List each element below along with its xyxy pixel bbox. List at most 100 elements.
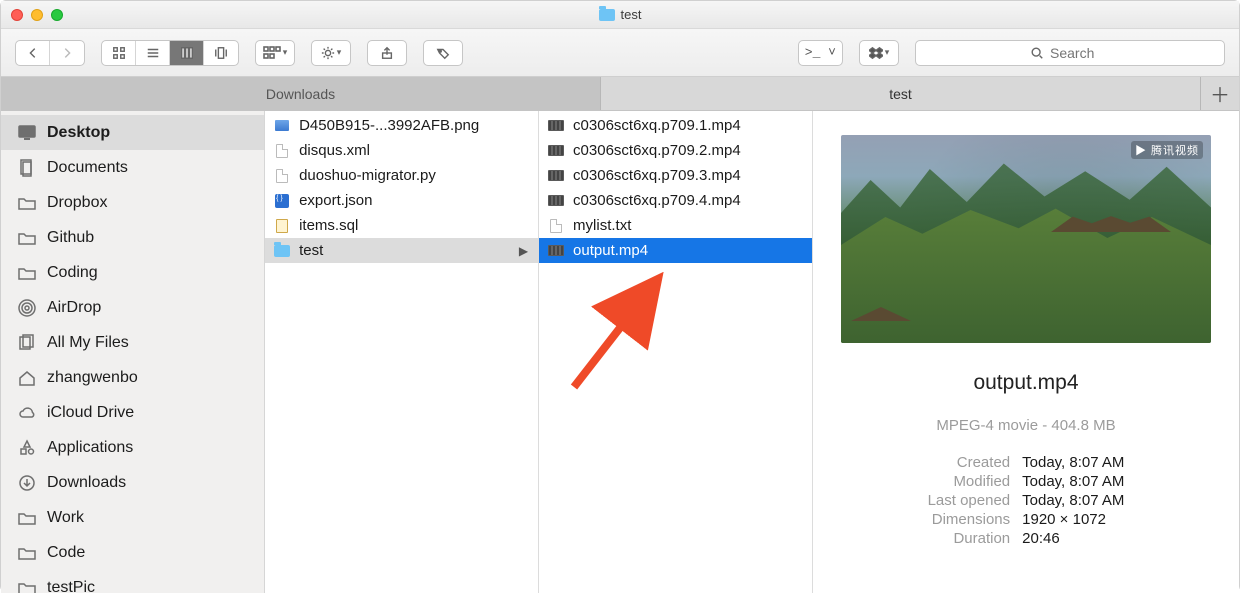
sidebar-item-label: All My Files [47, 334, 129, 352]
chevron-right-icon: ▶ [519, 244, 528, 258]
meta-row: Modified Today, 8:07 AM [928, 473, 1125, 490]
file-row[interactable]: c0306sct6xq.p709.1.mp4 [539, 113, 812, 138]
window-title: test [1, 7, 1239, 22]
sidebar-item-documents[interactable]: Documents [1, 150, 264, 185]
movie-icon [547, 169, 565, 183]
back-button[interactable] [16, 41, 50, 65]
file-row[interactable]: mylist.txt [539, 213, 812, 238]
doc-icon [17, 159, 37, 177]
sidebar-item-github[interactable]: Github [1, 220, 264, 255]
json-icon [273, 194, 291, 208]
search-field[interactable] [915, 40, 1225, 66]
meta-row: Duration 20:46 [928, 530, 1125, 547]
file-label: output.mp4 [573, 242, 648, 259]
file-label: c0306sct6xq.p709.1.mp4 [573, 117, 741, 134]
arrange-button[interactable]: ▾ [255, 40, 295, 66]
img-icon [273, 119, 291, 133]
forward-button[interactable] [50, 41, 84, 65]
cloud-icon [17, 404, 37, 422]
folder-icon [17, 544, 37, 562]
meta-key: Last opened [928, 492, 1021, 509]
file-label: test [299, 242, 323, 259]
sidebar-item-desktop[interactable]: Desktop [1, 115, 264, 150]
apps-icon [17, 439, 37, 457]
share-button[interactable] [367, 40, 407, 66]
folder-icon [17, 229, 37, 247]
toolbar: ▾ ▾ >_ ˅ ▾ [1, 29, 1239, 77]
folder-icon [17, 194, 37, 212]
file-label: items.sql [299, 217, 358, 234]
file-row[interactable]: c0306sct6xq.p709.4.mp4 [539, 188, 812, 213]
tab-test[interactable]: test [601, 77, 1201, 110]
titlebar: test [1, 1, 1239, 29]
sidebar-item-code[interactable]: Code [1, 535, 264, 570]
content: Desktop Documents Dropbox Github Coding … [1, 111, 1239, 593]
dropbox-button[interactable]: ▾ [859, 40, 899, 66]
tag-button[interactable] [423, 40, 463, 66]
quick-actions-button[interactable]: >_ ˅ [798, 40, 843, 66]
sidebar-item-label: AirDrop [47, 299, 101, 317]
file-row[interactable]: D450B915-...3992AFB.png [265, 113, 538, 138]
title-text: test [621, 7, 642, 22]
folder-icon [17, 264, 37, 282]
view-column-button[interactable] [170, 41, 204, 65]
sidebar-item-work[interactable]: Work [1, 500, 264, 535]
folder-icon [17, 509, 37, 527]
view-gallery-button[interactable] [204, 41, 238, 65]
file-label: export.json [299, 192, 372, 209]
file-row[interactable]: export.json [265, 188, 538, 213]
movie-icon [547, 194, 565, 208]
tabbar: Downloads test ＋ [1, 77, 1239, 111]
search-input[interactable] [1050, 45, 1110, 61]
new-tab-button[interactable]: ＋ [1201, 77, 1239, 110]
home-icon [17, 369, 37, 387]
meta-key: Duration [928, 530, 1021, 547]
preview-metadata: Created Today, 8:07 AM Modified Today, 8:… [926, 452, 1127, 549]
file-row[interactable]: output.mp4 [539, 238, 812, 263]
preview-thumbnail[interactable]: ▶ 腾讯视频 [841, 135, 1211, 343]
sidebar-item-label: iCloud Drive [47, 404, 134, 422]
sidebar-item-airdrop[interactable]: AirDrop [1, 290, 264, 325]
sidebar-item-applications[interactable]: Applications [1, 430, 264, 465]
sidebar-item-testpic[interactable]: testPic [1, 570, 264, 593]
meta-row: Last opened Today, 8:07 AM [928, 492, 1125, 509]
file-row[interactable]: items.sql [265, 213, 538, 238]
meta-value: Today, 8:07 AM [1022, 454, 1124, 471]
file-row[interactable]: duoshuo-migrator.py [265, 163, 538, 188]
tab-downloads[interactable]: Downloads [1, 77, 601, 110]
folder-icon [273, 244, 291, 258]
sidebar-item-label: Documents [47, 159, 128, 177]
file-label: c0306sct6xq.p709.2.mp4 [573, 142, 741, 159]
meta-row: Created Today, 8:07 AM [928, 454, 1125, 471]
file-row[interactable]: c0306sct6xq.p709.2.mp4 [539, 138, 812, 163]
sidebar-item-label: Work [47, 509, 84, 527]
sidebar-item-label: testPic [47, 579, 95, 593]
file-row[interactable]: test ▶ [265, 238, 538, 263]
sidebar-item-all-my-files[interactable]: All My Files [1, 325, 264, 360]
meta-value: Today, 8:07 AM [1022, 473, 1124, 490]
sidebar-item-downloads[interactable]: Downloads [1, 465, 264, 500]
file-row[interactable]: c0306sct6xq.p709.3.mp4 [539, 163, 812, 188]
sidebar-item-dropbox[interactable]: Dropbox [1, 185, 264, 220]
download-icon [17, 474, 37, 492]
action-button[interactable]: ▾ [311, 40, 351, 66]
column-folder: c0306sct6xq.p709.1.mp4 c0306sct6xq.p709.… [539, 111, 813, 593]
column-parent: D450B915-...3992AFB.png disqus.xml duosh… [265, 111, 539, 593]
meta-value: Today, 8:07 AM [1022, 492, 1124, 509]
blank-icon [273, 144, 291, 158]
sidebar-item-label: Desktop [47, 124, 110, 142]
view-list-button[interactable] [136, 41, 170, 65]
file-row[interactable]: disqus.xml [265, 138, 538, 163]
sidebar-item-zhangwenbo[interactable]: zhangwenbo [1, 360, 264, 395]
file-label: c0306sct6xq.p709.3.mp4 [573, 167, 741, 184]
airdrop-icon [17, 299, 37, 317]
sidebar-item-label: Github [47, 229, 94, 247]
file-label: mylist.txt [573, 217, 631, 234]
folder-icon [17, 579, 37, 593]
sidebar-item-label: Dropbox [47, 194, 107, 212]
sql-icon [273, 219, 291, 233]
view-icon-button[interactable] [102, 41, 136, 65]
sidebar-item-label: Code [47, 544, 85, 562]
sidebar-item-coding[interactable]: Coding [1, 255, 264, 290]
sidebar-item-icloud-drive[interactable]: iCloud Drive [1, 395, 264, 430]
